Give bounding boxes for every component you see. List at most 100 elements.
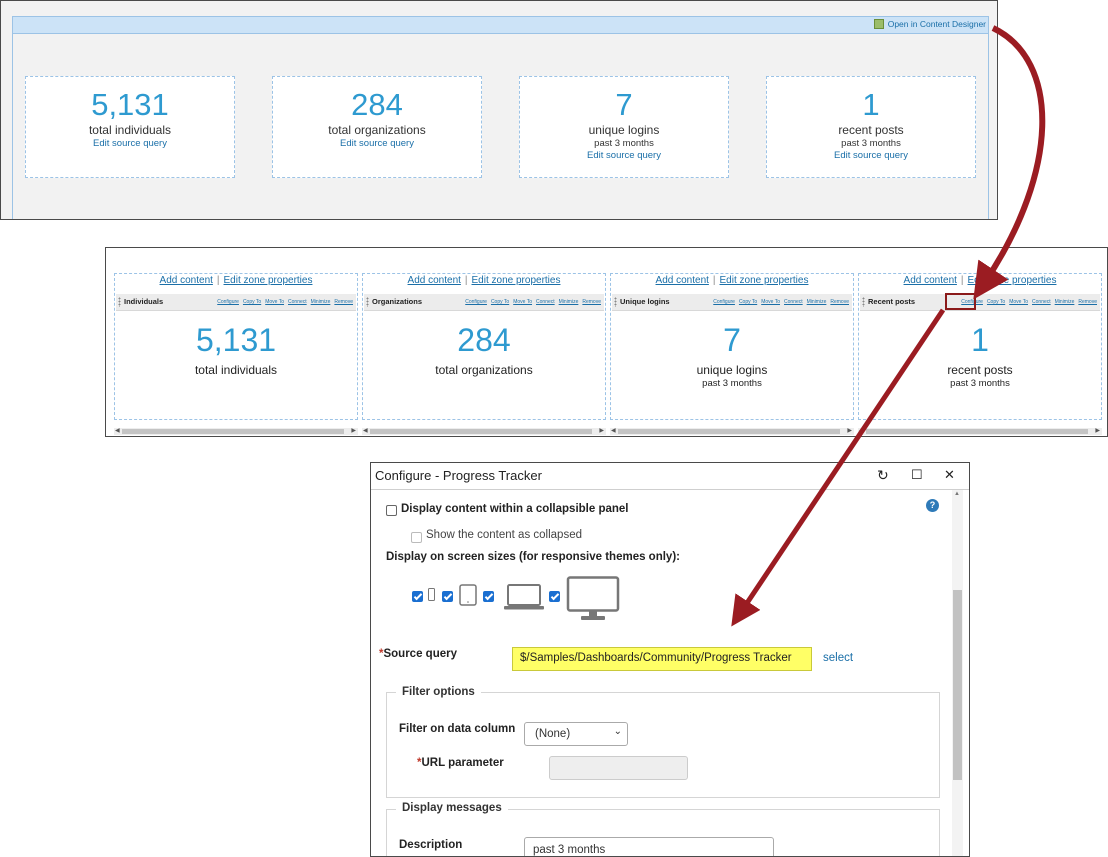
display-messages-legend: Display messages [396, 802, 508, 814]
vertical-scrollbar[interactable]: ▲ [952, 490, 963, 856]
webpart-title: Recent posts [868, 297, 916, 306]
open-in-content-designer-link[interactable]: Open in Content Designer [873, 19, 986, 29]
scroll-right-icon[interactable]: ▶ [1095, 427, 1100, 434]
add-content-link[interactable]: Add content [160, 275, 213, 286]
remove-link[interactable]: Remove [830, 299, 849, 305]
filter-column-label: Filter on data column [399, 723, 516, 735]
edit-zone-properties-link[interactable]: Edit zone properties [472, 275, 561, 286]
minimize-link[interactable]: Minimize [807, 299, 827, 305]
add-content-link[interactable]: Add content [656, 275, 709, 286]
remove-link[interactable]: Remove [1078, 299, 1097, 305]
move-to-link[interactable]: Move To [761, 299, 780, 305]
connect-link[interactable]: Connect [784, 299, 803, 305]
drag-handle-icon[interactable] [118, 297, 121, 307]
copy-to-link[interactable]: Copy To [491, 299, 509, 305]
edit-source-query-link[interactable]: Edit source query [26, 138, 234, 149]
description-label: Description [399, 839, 463, 851]
link-separator: | [960, 275, 964, 286]
edit-zone-properties-link[interactable]: Edit zone properties [968, 275, 1057, 286]
configure-dialog: Configure - Progress Tracker ↻ ☐ ✕ ▲ ? D… [370, 462, 970, 857]
edit-source-query-link[interactable]: Edit source query [767, 150, 975, 161]
maximize-icon[interactable]: ☐ [911, 467, 923, 483]
stat-label: total individuals [194, 363, 278, 377]
stat-number: 5,131 [91, 87, 169, 122]
help-icon[interactable]: ? [926, 499, 939, 512]
url-parameter-input[interactable] [549, 756, 688, 780]
desktop-size-checkbox[interactable] [549, 591, 560, 602]
refresh-icon[interactable]: ↻ [877, 467, 889, 484]
filter-column-select[interactable]: (None) ⌄ [524, 722, 628, 746]
scroll-right-icon[interactable]: ▶ [847, 427, 852, 434]
filter-options-fieldset [386, 692, 940, 798]
scroll-left-icon[interactable]: ◀ [859, 427, 864, 434]
minimize-link[interactable]: Minimize [311, 299, 331, 305]
show-collapsed-checkbox[interactable] [411, 532, 422, 543]
move-to-link[interactable]: Move To [513, 299, 532, 305]
description-input[interactable]: past 3 months [524, 837, 774, 856]
scroll-up-icon[interactable]: ▲ [954, 491, 960, 497]
phone-size-checkbox[interactable] [412, 591, 423, 602]
drag-handle-icon[interactable] [862, 297, 865, 307]
edit-zone-properties-link[interactable]: Edit zone properties [720, 275, 809, 286]
connect-link[interactable]: Connect [288, 299, 307, 305]
scroll-thumb[interactable] [953, 590, 962, 780]
stat-label: recent posts [838, 123, 904, 137]
add-content-link[interactable]: Add content [408, 275, 461, 286]
link-separator: | [712, 275, 716, 286]
move-to-link[interactable]: Move To [1009, 299, 1028, 305]
copy-to-link[interactable]: Copy To [739, 299, 757, 305]
configure-link[interactable]: Configure [217, 299, 239, 305]
show-collapsed-label: Show the content as collapsed [426, 529, 582, 541]
configure-highlight-box [945, 293, 976, 310]
stat-sublabel: past 3 months [702, 378, 762, 389]
collapsible-panel-label: Display content within a collapsible pan… [401, 503, 629, 515]
scroll-left-icon[interactable]: ◀ [363, 427, 368, 434]
stat-number: 284 [351, 87, 403, 122]
copy-to-link[interactable]: Copy To [243, 299, 261, 305]
edit-source-query-link[interactable]: Edit source query [520, 150, 728, 161]
drag-handle-icon[interactable] [614, 297, 617, 307]
edit-zone-properties-link[interactable]: Edit zone properties [224, 275, 313, 286]
minimize-link[interactable]: Minimize [559, 299, 579, 305]
stat-label: unique logins [588, 123, 660, 137]
horizontal-scrollbar[interactable]: ◀ ▶ [114, 428, 358, 435]
stat-sublabel: past 3 months [950, 378, 1010, 389]
tablet-size-checkbox[interactable] [442, 591, 453, 602]
close-icon[interactable]: ✕ [944, 467, 955, 483]
laptop-size-checkbox[interactable] [483, 591, 494, 602]
content-designer-icon [873, 19, 884, 29]
minimize-link[interactable]: Minimize [1055, 299, 1075, 305]
remove-link[interactable]: Remove [582, 299, 601, 305]
copy-to-link[interactable]: Copy To [987, 299, 1005, 305]
drag-handle-icon[interactable] [366, 297, 369, 307]
edit-source-query-link[interactable]: Edit source query [273, 138, 481, 149]
collapsible-panel-checkbox[interactable] [386, 505, 397, 516]
add-content-link[interactable]: Add content [904, 275, 957, 286]
source-query-field[interactable]: $/Samples/Dashboards/Community/Progress … [512, 647, 812, 671]
select-source-query-link[interactable]: select [823, 652, 853, 664]
scroll-thumb[interactable] [122, 429, 344, 434]
connect-link[interactable]: Connect [1032, 299, 1051, 305]
webpart-links: Configure Copy To Move To Connect Minimi… [217, 299, 353, 305]
designer-link-label: Open in Content Designer [887, 19, 986, 29]
scroll-left-icon[interactable]: ◀ [611, 427, 616, 434]
scroll-right-icon[interactable]: ▶ [351, 427, 356, 434]
horizontal-scrollbar[interactable]: ◀ ▶ [610, 428, 854, 435]
horizontal-scrollbar[interactable]: ◀ ▶ [362, 428, 606, 435]
move-to-link[interactable]: Move To [265, 299, 284, 305]
stat-label: total organizations [328, 123, 426, 137]
scroll-thumb[interactable] [370, 429, 592, 434]
connect-link[interactable]: Connect [536, 299, 555, 305]
scroll-thumb[interactable] [866, 429, 1088, 434]
horizontal-scrollbar[interactable]: ◀ ▶ [858, 428, 1102, 435]
scroll-thumb[interactable] [618, 429, 840, 434]
configure-link[interactable]: Configure [465, 299, 487, 305]
stat-sublabel: past 3 months [594, 138, 654, 149]
remove-link[interactable]: Remove [334, 299, 353, 305]
configure-link[interactable]: Configure [713, 299, 735, 305]
source-query-label: *Source query [379, 648, 457, 660]
dashboard-view-panel: Open in Content Designer 5,131 total ind… [0, 0, 998, 220]
scroll-left-icon[interactable]: ◀ [115, 427, 120, 434]
scroll-right-icon[interactable]: ▶ [599, 427, 604, 434]
zone-toolbar [12, 16, 989, 34]
